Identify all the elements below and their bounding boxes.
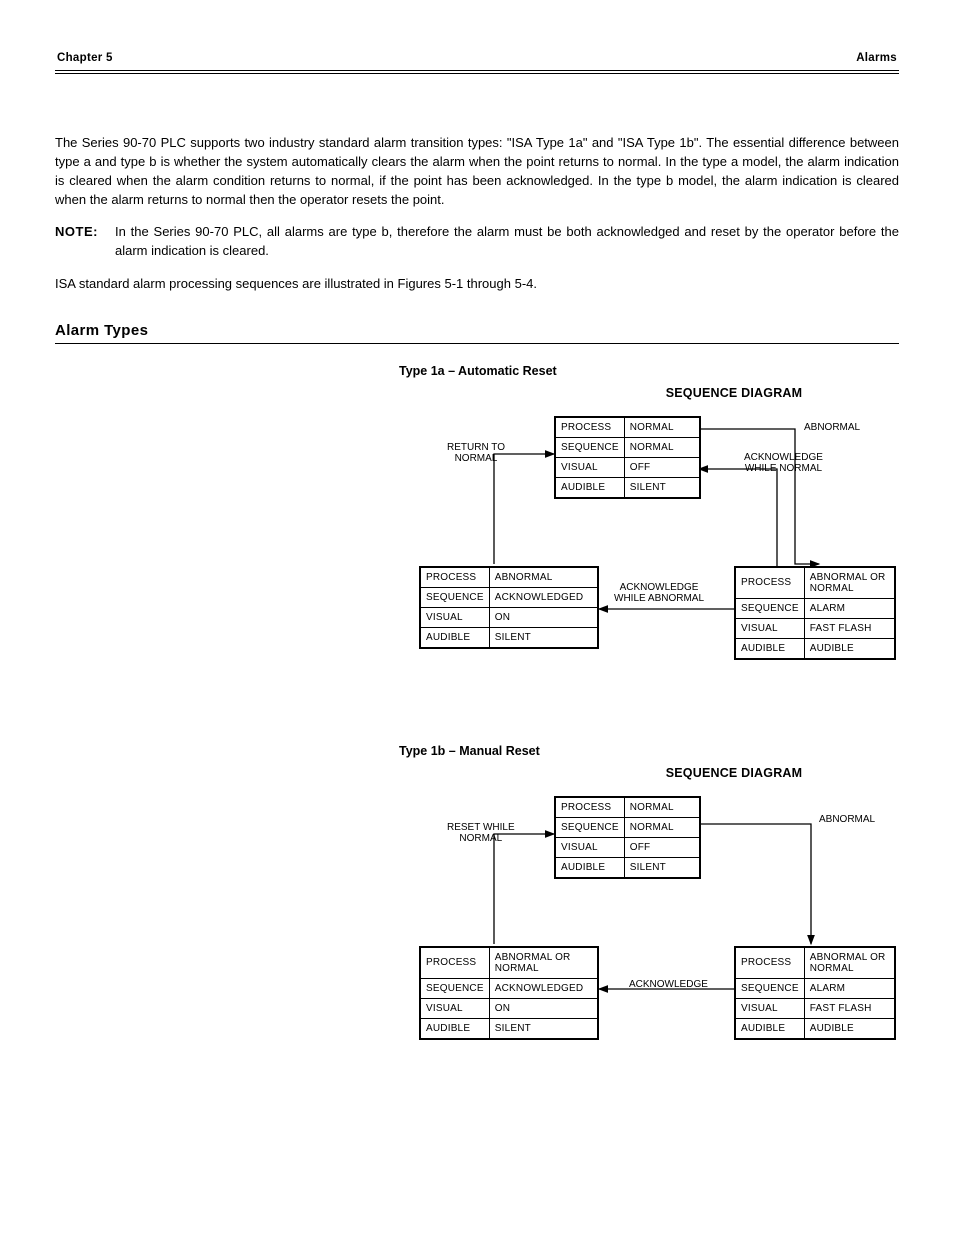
type1a-top-state: PROCESSNORMAL SEQUENCENORMAL VISUALOFF A… [554, 416, 701, 499]
edge-reset: RESET WHILENORMAL [447, 822, 515, 845]
type1a-title: SEQUENCE DIAGRAM [569, 386, 899, 400]
edge-acknorm: ACKNOWLEDGEWHILE NORMAL [744, 452, 823, 475]
type1b-right-state: PROCESSABNORMAL OR NORMAL SEQUENCEALARM … [734, 946, 896, 1040]
type1a-left-state: PROCESSABNORMAL SEQUENCEACKNOWLEDGED VIS… [419, 566, 599, 649]
edge-ackabn: ACKNOWLEDGEWHILE ABNORMAL [614, 582, 704, 605]
note: NOTE: In the Series 90-70 PLC, all alarm… [55, 223, 899, 261]
note-label: NOTE: [55, 223, 115, 261]
type1b-left-state: PROCESSABNORMAL OR NORMAL SEQUENCEACKNOW… [419, 946, 599, 1040]
header-left: Chapter 5 [57, 52, 113, 64]
section-alarm-types: Alarm Types [55, 322, 899, 344]
edge-abnormal-b: ABNORMAL [819, 814, 875, 826]
type1b-title: SEQUENCE DIAGRAM [569, 766, 899, 780]
page-header: Chapter 5 Alarms [55, 52, 899, 74]
page: { "header": { "left": "Chapter 5", "righ… [0, 0, 954, 1235]
type1b-label: Type 1b – Manual Reset [399, 744, 899, 758]
intro-p2: ISA standard alarm processing sequences … [55, 275, 899, 294]
type1a-right-state: PROCESSABNORMAL OR NORMAL SEQUENCEALARM … [734, 566, 896, 660]
note-body: In the Series 90-70 PLC, all alarms are … [115, 223, 899, 261]
edge-return: RETURN TONORMAL [447, 442, 505, 465]
intro-p1: The Series 90-70 PLC supports two indust… [55, 134, 899, 209]
edge-abnormal: ABNORMAL [804, 422, 860, 434]
header-right: Alarms [856, 52, 897, 64]
type1b-top-state: PROCESSNORMAL SEQUENCENORMAL VISUALOFF A… [554, 796, 701, 879]
type1a-label: Type 1a – Automatic Reset [399, 364, 899, 378]
body: The Series 90-70 PLC supports two indust… [55, 74, 899, 1084]
sequence-type1a: Type 1a – Automatic Reset SEQUENCE DIAGR… [399, 364, 899, 704]
edge-ack-b: ACKNOWLEDGE [629, 979, 708, 991]
sequence-type1b: Type 1b – Manual Reset SEQUENCE DIAGRAM [399, 744, 899, 1084]
